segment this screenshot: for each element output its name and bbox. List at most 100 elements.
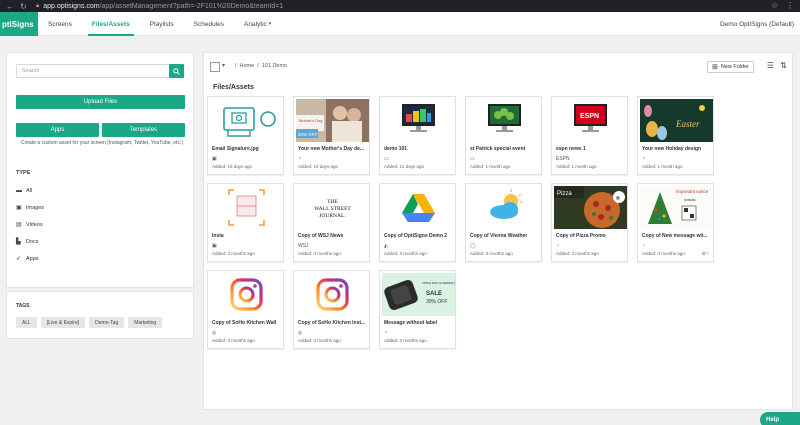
- more-icon[interactable]: ⋮: [786, 1, 794, 10]
- type-filter-videos[interactable]: ▤ Videos: [16, 216, 44, 233]
- type-filter-label: Videos: [26, 221, 43, 228]
- asset-name[interactable]: Copy of SoHo Kitchen Inst...: [298, 320, 368, 326]
- asset-name[interactable]: Copy of Vienna Weather: [470, 233, 540, 239]
- asset-card[interactable]: Pizza ▦ Copy of Pizza Promo ◔ Added: 3 month…: [551, 183, 628, 262]
- help-button[interactable]: Help: [760, 412, 800, 425]
- asset-thumbnail[interactable]: [210, 99, 283, 142]
- asset-added-date: Added: 3 months ago: [470, 251, 513, 256]
- help-label: Help: [766, 417, 780, 423]
- asset-added-date: Added: 3 months ago: [642, 251, 685, 256]
- asset-added-date: Added: 3 months ago: [212, 338, 255, 343]
- asset-name[interactable]: Insta: [212, 233, 282, 239]
- svg-text:SALE: SALE: [426, 291, 442, 297]
- upload-files-button[interactable]: Upload Files: [16, 95, 185, 109]
- asset-card[interactable]: Copy of Vienna Weather ◯ Added: 3 months a…: [465, 183, 542, 262]
- asset-type-icon: ◔: [642, 243, 646, 249]
- asset-thumbnail[interactable]: Easter: [640, 99, 713, 142]
- asset-name[interactable]: Copy of OptiSigns Demo 2: [384, 233, 454, 239]
- asset-thumbnail[interactable]: Mother's Day 20% OFF: [296, 99, 369, 142]
- star-icon[interactable]: ☆: [771, 1, 778, 10]
- asset-type-icon: ESPN: [556, 156, 570, 162]
- templates-button[interactable]: Templates: [102, 123, 185, 137]
- asset-card[interactable]: Easter Your new Holiday design ◔ Added: 1 m…: [637, 96, 714, 175]
- asset-name[interactable]: Your new Mother's Day de...: [298, 146, 368, 152]
- apps-button[interactable]: Apps: [16, 123, 99, 137]
- reload-icon[interactable]: ↻: [20, 2, 27, 11]
- asset-thumbnail[interactable]: THE WALL STREET JOURNAL.: [296, 186, 369, 229]
- tag-chip[interactable]: Demo-Tag: [89, 317, 125, 328]
- asset-name[interactable]: demo 101: [384, 146, 454, 152]
- asset-name[interactable]: Copy of Pizza Promo: [556, 233, 626, 239]
- custom-asset-hint: Create a custom asset for your screen (I…: [20, 140, 184, 146]
- asset-card[interactable]: THE WALL STREET JOURNAL. Copy of WSJ News WS…: [293, 183, 370, 262]
- menu-playlists[interactable]: Playlists: [150, 12, 174, 36]
- asset-name[interactable]: Copy of SoHo Kitchen Wall: [212, 320, 282, 326]
- asset-thumbnail[interactable]: [382, 186, 455, 229]
- asset-name[interactable]: Message without label: [384, 320, 454, 326]
- asset-card[interactable]: APPLE WATCH SERIES 6 SALE 30% OFF Message w…: [379, 270, 456, 349]
- asset-card[interactable]: st Patrick special event ▭ Added: 1 month …: [465, 96, 542, 175]
- sidebar-panel: Search Upload Files Apps Templates Creat…: [6, 52, 194, 288]
- back-icon[interactable]: ←: [6, 2, 14, 11]
- asset-card[interactable]: Copy of SoHo Kitchen Inst... ◎ Added: 3 mo…: [293, 270, 370, 349]
- tag-chip[interactable]: [Live & Expire]: [40, 317, 86, 328]
- select-dropdown-icon[interactable]: ▾: [222, 62, 225, 69]
- asset-card[interactable]: demo 101 ▭ Added: 21 days ago: [379, 96, 456, 175]
- asset-name[interactable]: Copy of New message wit...: [642, 233, 712, 239]
- asset-card[interactable]: Copy of OptiSigns Demo 2 ◭ Added: 3 months…: [379, 183, 456, 262]
- asset-added-date: Added: 3 months ago: [212, 251, 255, 256]
- breadcrumb-home[interactable]: Home: [240, 63, 255, 69]
- menu-screens[interactable]: Screens: [48, 12, 72, 36]
- asset-card[interactable]: Copy of SoHo Kitchen Wall ◎ Added: 3 month…: [207, 270, 284, 349]
- type-filter-docs[interactable]: ▙ Docs: [16, 233, 44, 250]
- select-all-checkbox[interactable]: [210, 62, 220, 72]
- tags-panel: TAGS ALL [Live & Expire] Demo-Tag Market…: [6, 291, 194, 339]
- asset-thumbnail[interactable]: Important notice ndsdsi: [640, 186, 713, 229]
- search-button[interactable]: [169, 64, 184, 78]
- asset-name[interactable]: Copy of WSJ News: [298, 233, 368, 239]
- account-menu[interactable]: Demo OptiSigns (Default): [720, 12, 794, 36]
- asset-thumbnail[interactable]: [210, 273, 283, 316]
- asset-card[interactable]: Mother's Day 20% OFF Your new Mother's Day…: [293, 96, 370, 175]
- type-filter-all[interactable]: ▬ All: [16, 182, 44, 199]
- asset-thumbnail[interactable]: Pizza ▦: [554, 186, 627, 229]
- search-input[interactable]: Search: [22, 68, 39, 74]
- asset-added-date: Added: 19 days ago: [212, 164, 253, 169]
- asset-thumbnail[interactable]: [382, 99, 455, 142]
- tag-chip[interactable]: Marketing: [128, 317, 163, 328]
- asset-card[interactable]: Important notice ndsdsi Copy of New messag…: [637, 183, 714, 262]
- menu-analytic[interactable]: Analytic ▾: [244, 12, 271, 36]
- asset-card[interactable]: Insta ▣ Added: 3 months ago: [207, 183, 284, 262]
- search-box: Search: [16, 64, 184, 78]
- asset-thumbnail[interactable]: [210, 186, 283, 229]
- asset-thumbnail[interactable]: ESPN: [554, 99, 627, 142]
- asset-card[interactable]: Email Signature.jpg ▣ Added: 19 days ago: [207, 96, 284, 175]
- brand-logo[interactable]: ptiSigns: [0, 12, 38, 36]
- browser-bar: ← ↻ 🔒︎ app.optisigns.com/app/assetManage…: [0, 0, 800, 12]
- asset-name[interactable]: espn news 1: [556, 146, 626, 152]
- asset-name[interactable]: Email Signature.jpg: [212, 146, 282, 152]
- sort-icon[interactable]: ⇅: [780, 61, 787, 70]
- asset-name[interactable]: st Patrick special event: [470, 146, 540, 152]
- new-folder-button[interactable]: ⊞ New Folder: [707, 61, 754, 73]
- asset-thumbnail[interactable]: [296, 273, 369, 316]
- type-filter-apps[interactable]: ➶ Apps: [16, 250, 44, 267]
- type-filter-images[interactable]: ▣ Images: [16, 199, 44, 216]
- section-title: Files/Assets: [213, 84, 254, 91]
- tags-heading: TAGS: [16, 303, 30, 309]
- asset-type-icon: ▣: [212, 156, 217, 162]
- tag-chip[interactable]: ALL: [16, 317, 37, 328]
- breadcrumb-current[interactable]: 101 Demo: [262, 63, 287, 69]
- asset-thumbnail[interactable]: [468, 186, 541, 229]
- svg-text:▦: ▦: [616, 195, 620, 200]
- browser-nav: ← ↻: [6, 2, 30, 11]
- address-bar[interactable]: app.optisigns.com/app/assetManagement?pa…: [43, 3, 283, 10]
- breadcrumb-separator: /: [257, 63, 259, 69]
- asset-name[interactable]: Your new Holiday design: [642, 146, 712, 152]
- asset-thumbnail[interactable]: [468, 99, 541, 142]
- asset-thumbnail[interactable]: APPLE WATCH SERIES 6 SALE 30% OFF: [382, 273, 455, 316]
- menu-files-assets[interactable]: Files/Assets: [87, 12, 134, 36]
- asset-card[interactable]: ESPN espn news 1 ESPN Added: 1 month ago: [551, 96, 628, 175]
- list-view-icon[interactable]: ☰: [767, 61, 774, 70]
- menu-schedules[interactable]: Schedules: [194, 12, 224, 36]
